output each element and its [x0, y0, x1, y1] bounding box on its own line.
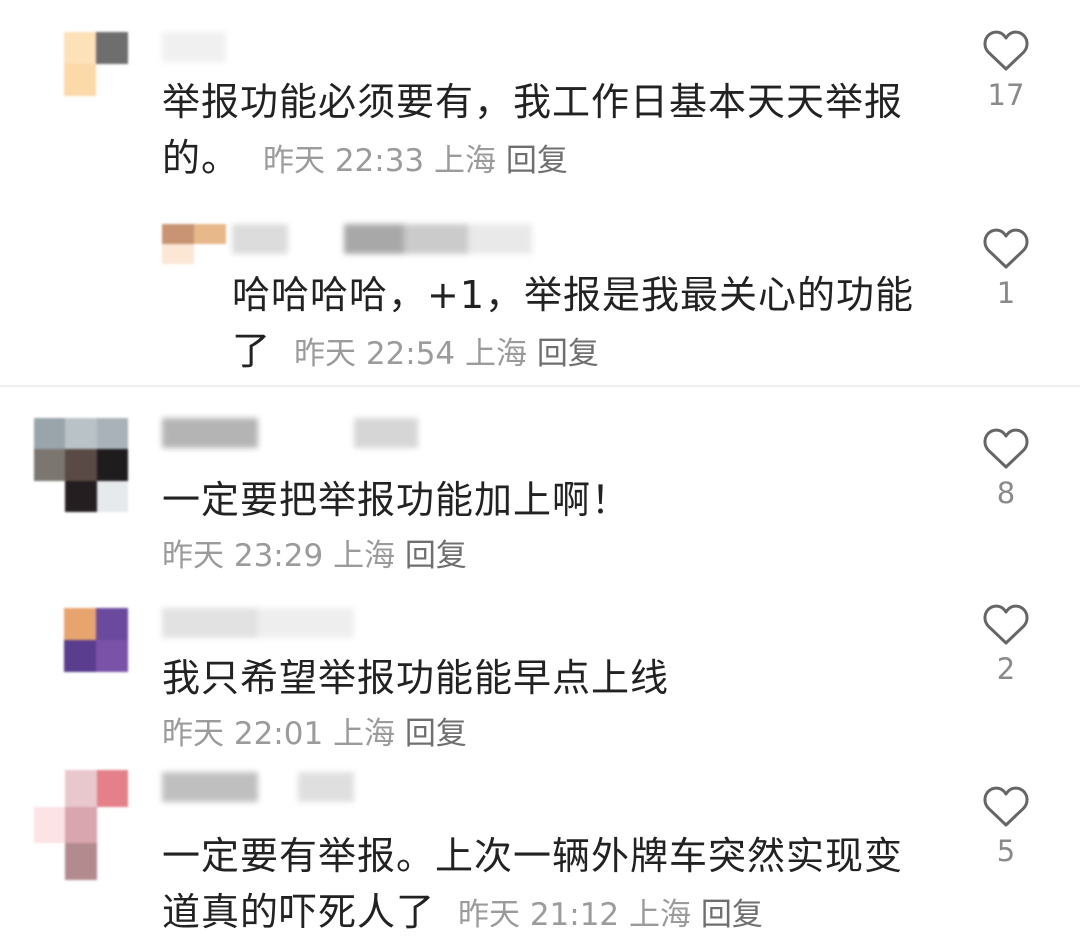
heart-outline-icon	[983, 786, 1029, 827]
comment-meta: 昨天 22:33 上海 回复	[253, 143, 568, 179]
avatar[interactable]	[64, 32, 128, 96]
like-button[interactable]: 8	[976, 426, 1036, 510]
like-count: 17	[987, 78, 1025, 112]
comment-text: 举报功能必须要有，我工作日基本天天举报 的。 昨天 22:33 上海 回复	[162, 74, 903, 189]
comment-location: 上海	[333, 538, 396, 574]
comment-meta: 昨天 23:29 上海 回复	[162, 528, 630, 584]
avatar[interactable]	[64, 608, 128, 672]
reply-button[interactable]: 回复	[537, 336, 599, 372]
avatar[interactable]	[34, 418, 128, 512]
comment-time: 昨天 22:54	[293, 336, 456, 372]
heart-outline-icon	[983, 428, 1029, 469]
comment-body-cont: 的。	[162, 136, 241, 180]
like-button[interactable]: 5	[976, 784, 1036, 868]
heart-outline-icon	[983, 228, 1029, 269]
comment-meta: 昨天 22:54 上海 回复	[284, 336, 599, 372]
like-button[interactable]: 1	[976, 226, 1036, 310]
like-count: 5	[996, 834, 1016, 868]
comment-body: 我只希望举报功能能早点上线	[162, 656, 670, 700]
comment-item: 一定要有举报。上次一辆外牌车突然实现变 道真的吓死人了 昨天 21:12 上海 …	[0, 758, 1080, 950]
comment-location: 上海	[434, 143, 497, 179]
comment-text: 一定要把举报功能加上啊！ 昨天 23:29 上海 回复	[162, 472, 630, 584]
comment-time: 昨天 22:01	[162, 716, 324, 752]
like-count: 8	[996, 476, 1016, 510]
comment-item: 举报功能必须要有，我工作日基本天天举报 的。 昨天 22:33 上海 回复 17	[0, 0, 1080, 200]
comment-meta: 昨天 22:01 上海 回复	[162, 706, 669, 762]
comment-meta: 昨天 21:12 上海 回复	[448, 897, 763, 933]
heart-outline-icon	[983, 604, 1029, 645]
username-blurred[interactable]	[162, 32, 226, 62]
like-count: 2	[996, 652, 1016, 686]
comment-body: 举报功能必须要有，我工作日基本天天举报	[162, 80, 904, 124]
comment-body-cont: 了	[232, 329, 272, 373]
like-count: 1	[996, 276, 1016, 310]
comment-location: 上海	[333, 716, 396, 752]
comment-time: 昨天 22:33	[262, 143, 425, 179]
username-blurred[interactable]	[232, 224, 532, 254]
comment-body: 哈哈哈哈，+1，举报是我最关心的功能	[232, 273, 915, 317]
like-button[interactable]: 17	[976, 28, 1036, 112]
divider	[0, 385, 1080, 387]
comment-item: 我只希望举报功能能早点上线 昨天 22:01 上海 回复 2	[0, 578, 1080, 758]
reply-button[interactable]: 回复	[405, 716, 467, 752]
comment-location: 上海	[465, 336, 528, 372]
avatar[interactable]	[34, 770, 128, 880]
reply-button[interactable]: 回复	[506, 143, 568, 179]
comment-item: 一定要把举报功能加上啊！ 昨天 23:29 上海 回复 8	[0, 388, 1080, 578]
like-button[interactable]: 2	[976, 602, 1036, 686]
username-blurred[interactable]	[162, 418, 418, 448]
heart-outline-icon	[983, 30, 1029, 71]
comment-location: 上海	[629, 897, 692, 933]
comment-text: 哈哈哈哈，+1，举报是我最关心的功能 了 昨天 22:54 上海 回复	[232, 267, 914, 382]
reply-button[interactable]: 回复	[701, 897, 763, 933]
username-blurred[interactable]	[162, 772, 354, 802]
avatar[interactable]	[162, 224, 226, 264]
comment-text: 我只希望举报功能能早点上线 昨天 22:01 上海 回复	[162, 650, 669, 762]
comment-time: 昨天 23:29	[162, 538, 324, 574]
reply-item: 哈哈哈哈，+1，举报是我最关心的功能 了 昨天 22:54 上海 回复 1	[0, 200, 1080, 385]
comment-time: 昨天 21:12	[457, 897, 620, 933]
comment-text: 一定要有举报。上次一辆外牌车突然实现变 道真的吓死人了 昨天 21:12 上海 …	[162, 828, 903, 943]
comment-body: 一定要有举报。上次一辆外牌车突然实现变	[162, 834, 904, 878]
comment-body-cont: 道真的吓死人了	[162, 890, 436, 934]
comment-body: 一定要把举报功能加上啊！	[162, 478, 631, 522]
username-blurred[interactable]	[162, 608, 354, 638]
reply-button[interactable]: 回复	[405, 538, 467, 574]
